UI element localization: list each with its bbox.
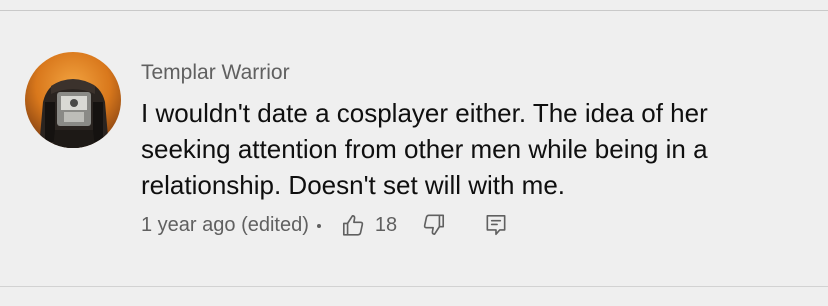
avatar[interactable] <box>25 52 121 148</box>
comment-author[interactable]: Templar Warrior <box>141 61 290 85</box>
reply-button[interactable] <box>481 210 511 240</box>
like-button[interactable] <box>338 210 368 240</box>
dislike-button[interactable] <box>419 210 449 240</box>
comment-thread: Templar Warrior I wouldn't date a cospla… <box>0 0 828 306</box>
separator-dot <box>316 224 321 228</box>
reply-comment-icon <box>486 214 506 236</box>
bottom-divider <box>0 286 828 287</box>
comment-text: I wouldn't date a cosplayer either. The … <box>141 98 708 200</box>
avatar-image <box>25 52 121 148</box>
thumbs-down-icon <box>423 214 445 236</box>
comment-actions: 1 year ago (edited) 18 <box>141 209 511 241</box>
thumbs-up-icon <box>342 214 364 236</box>
comment-timestamp[interactable]: 1 year ago (edited) <box>141 214 309 237</box>
like-count: 18 <box>374 213 398 236</box>
